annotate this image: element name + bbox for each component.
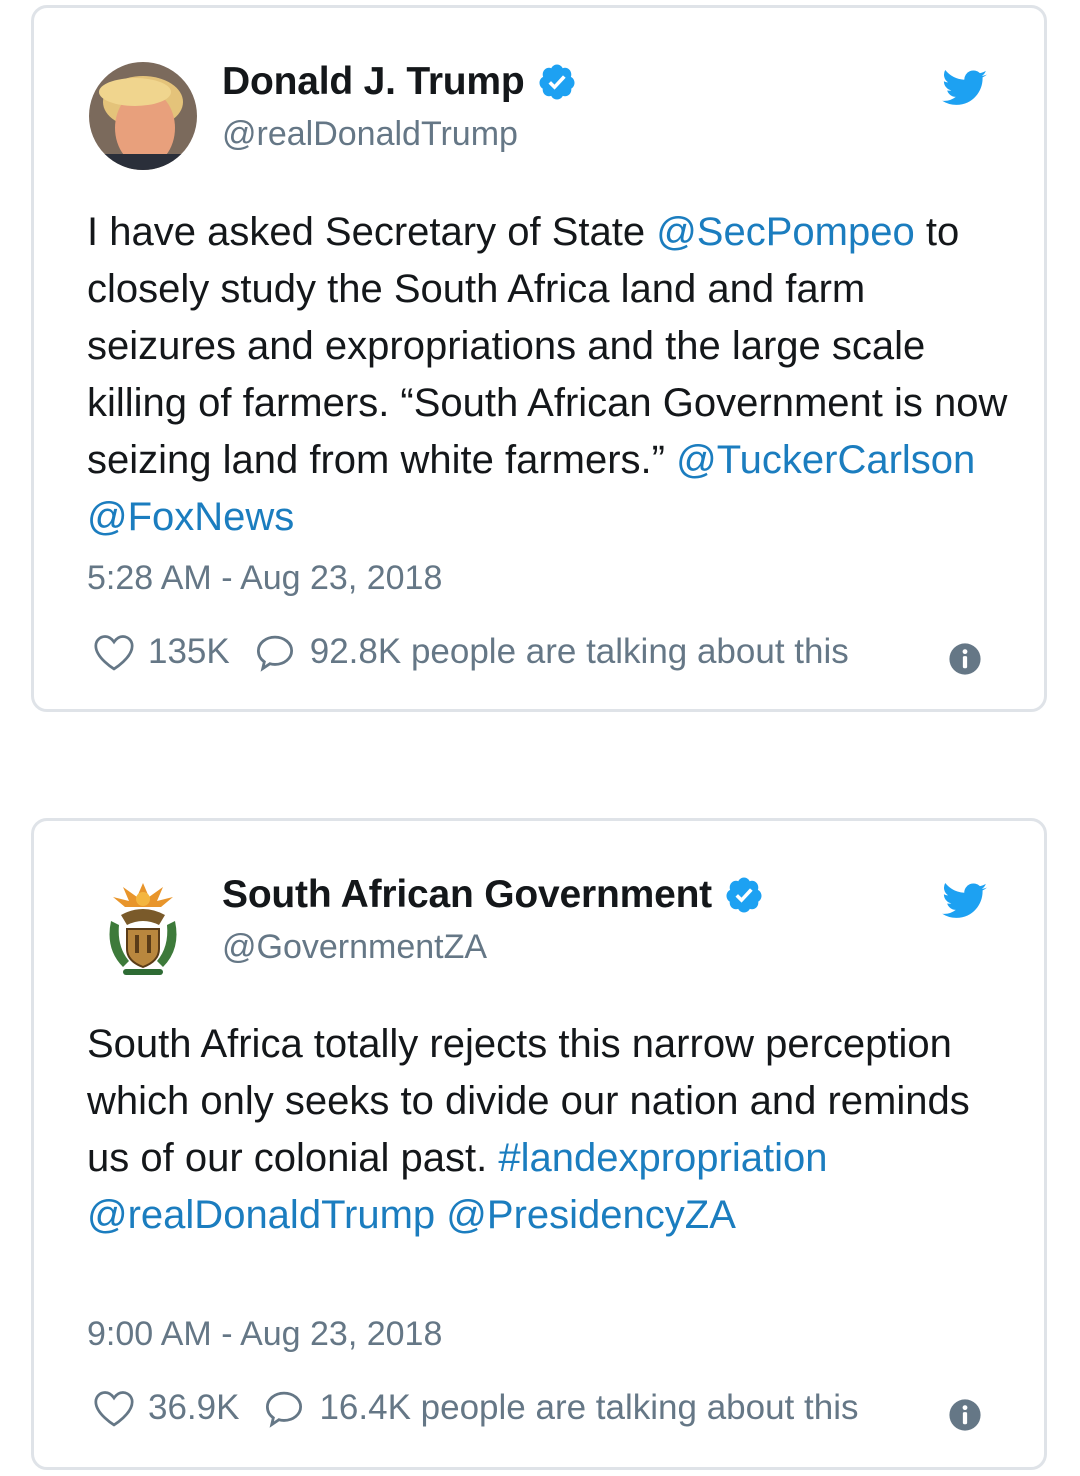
mention-link[interactable]: @PresidencyZA xyxy=(446,1193,736,1237)
like-count[interactable]: 135K xyxy=(148,632,230,672)
heart-icon[interactable] xyxy=(92,1388,136,1428)
like-count[interactable]: 36.9K xyxy=(148,1388,239,1428)
verified-badge-icon xyxy=(539,64,575,100)
info-icon[interactable] xyxy=(948,1398,982,1432)
display-name[interactable]: South African Government xyxy=(222,873,712,917)
comment-bubble-icon[interactable] xyxy=(254,632,296,672)
talking-about-label[interactable]: 92.8K people are talking about this xyxy=(310,632,849,672)
mention-link[interactable]: @TuckerCarlson xyxy=(676,438,975,482)
tweet-text-segment: I have asked Secretary of State xyxy=(87,210,657,254)
info-icon[interactable] xyxy=(948,642,982,676)
tweet-card[interactable]: South African Government @GovernmentZA S… xyxy=(31,818,1047,1470)
display-name[interactable]: Donald J. Trump xyxy=(222,60,525,104)
timestamp[interactable]: 5:28 AM - Aug 23, 2018 xyxy=(87,559,442,598)
handle[interactable]: @GovernmentZA xyxy=(222,928,487,967)
avatar[interactable] xyxy=(89,62,197,170)
mention-link[interactable]: @FoxNews xyxy=(87,495,294,539)
tweet-text: South Africa totally rejects this narrow… xyxy=(87,1016,1017,1244)
tweet-actions: 36.9K 16.4K people are talking about thi… xyxy=(92,1388,858,1428)
tweet-card[interactable]: Donald J. Trump @realDonaldTrump I have … xyxy=(31,5,1047,712)
hashtag-link[interactable]: #landexpropriation xyxy=(498,1136,827,1180)
tweet-actions: 135K 92.8K people are talking about this xyxy=(92,632,849,672)
mention-link[interactable]: @SecPompeo xyxy=(656,210,915,254)
coat-of-arms-icon xyxy=(89,875,197,983)
verified-badge-icon xyxy=(726,877,762,913)
talking-about-label[interactable]: 16.4K people are talking about this xyxy=(319,1388,858,1428)
twitter-bird-icon[interactable] xyxy=(942,883,988,921)
heart-icon[interactable] xyxy=(92,632,136,672)
timestamp[interactable]: 9:00 AM - Aug 23, 2018 xyxy=(87,1315,442,1354)
avatar[interactable] xyxy=(89,875,197,983)
handle[interactable]: @realDonaldTrump xyxy=(222,115,518,154)
profile-photo-icon xyxy=(89,62,197,170)
comment-bubble-icon[interactable] xyxy=(263,1388,305,1428)
mention-link[interactable]: @realDonaldTrump xyxy=(87,1193,435,1237)
twitter-bird-icon[interactable] xyxy=(942,70,988,108)
tweet-text: I have asked Secretary of State @SecPomp… xyxy=(87,204,1017,546)
tweet-text-segment xyxy=(435,1193,446,1237)
